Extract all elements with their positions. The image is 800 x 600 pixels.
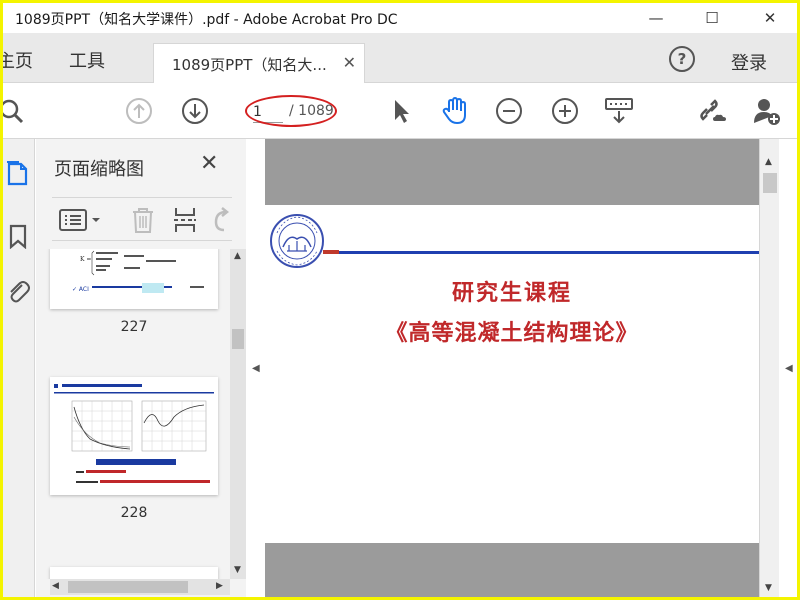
panel-title: 页面缩略图 [54,159,144,180]
thumbnail-hscroll-thumb[interactable] [68,581,188,593]
tab-home[interactable]: 主页 [3,47,33,73]
search-icon [3,99,24,124]
thumbnail-227-preview: K = ✓ ACI [50,249,218,309]
help-button[interactable]: ? [669,46,695,72]
page-break-icon [174,208,196,232]
tab-tools[interactable]: 工具 [69,47,105,73]
title-bar: 1089页PPT（知名大学课件）.pdf - Adobe Acrobat Pro… [3,3,797,33]
close-icon: ✕ [763,9,777,27]
insert-page-button[interactable] [172,206,198,238]
zoom-out-icon [496,98,522,124]
left-nav-strip [3,139,35,597]
doc-tab-label: 1089页PPT（知名大... [172,56,327,74]
bookmark-icon [9,224,27,250]
thumbnail-page-229[interactable] [50,567,218,579]
thumbnail-228-preview [50,377,218,495]
toolbar: / 1089 [3,83,797,139]
svg-text:✓ ACI: ✓ ACI [72,286,89,293]
minimize-button[interactable]: — [633,3,679,33]
pdf-page: 研究生课程 《高等混凝土结构理论》 [265,205,759,543]
pages-icon [7,161,28,186]
zoom-in-button[interactable] [549,95,581,127]
delete-page-button[interactable] [130,206,156,238]
prev-page-button[interactable] [123,95,155,127]
panel-close-button[interactable]: ✕ [200,151,218,176]
next-page-button[interactable] [179,95,211,127]
hand-icon [442,96,466,125]
collapse-left-panel-icon[interactable]: ◀ [252,363,260,374]
scroll-up-arrow-icon[interactable]: ▲ [234,251,241,261]
list-options-icon [59,209,100,231]
rotate-page-button[interactable] [210,206,232,238]
login-button[interactable]: 登录 [731,49,767,75]
scroll-left-arrow-icon[interactable]: ◀ [52,581,59,591]
zoom-out-button[interactable] [493,95,525,127]
thumbnail-number-228: 228 [120,505,148,521]
bookmarks-toggle[interactable] [5,223,31,250]
panel-toolbar [52,197,232,241]
link-cloud-icon [700,99,726,121]
document-view: 研究生课程 《高等混凝土结构理论》 [265,139,759,597]
panel-options-button[interactable] [58,208,104,236]
search-button[interactable] [3,95,29,127]
tab-document[interactable]: 1089页PPT（知名大... ✕ [153,43,365,83]
add-user-icon [754,99,780,125]
rotate-icon [214,207,230,232]
thumbnail-page-227[interactable]: K = ✓ ACI [50,249,218,309]
minimize-icon: — [648,9,664,27]
thumbnail-scroll-thumb[interactable] [232,329,244,349]
close-window-button[interactable]: ✕ [747,3,793,33]
keyboard-down-icon [605,98,633,124]
arrow-down-circle-icon [182,98,208,124]
expand-right-panel-icon[interactable]: ◀ [785,363,793,374]
document-vertical-scrollbar[interactable]: ▲ ▼ [759,139,779,597]
title-rule-blue [339,251,759,254]
paperclip-icon [10,281,30,303]
thumbnail-vertical-scrollbar[interactable]: ▲ ▼ [230,249,246,579]
slide-title-line1: 研究生课程 [451,280,572,306]
scroll-mode-button[interactable] [603,95,635,127]
window-title: 1089页PPT（知名大学课件）.pdf - Adobe Acrobat Pro… [15,12,398,28]
hand-tool-button[interactable] [439,95,471,127]
title-rule-red [323,250,339,254]
scroll-right-arrow-icon[interactable]: ▶ [216,581,223,591]
select-tool-button[interactable] [385,95,417,127]
tab-bar: 主页 工具 1089页PPT（知名大... ✕ ? 登录 [3,33,797,83]
help-icon: ? [677,50,687,68]
doc-scroll-down-arrow-icon[interactable]: ▼ [765,583,772,593]
thumbnail-page-228[interactable] [50,377,218,495]
cursor-arrow-icon [395,100,409,123]
share-link-button[interactable] [697,95,729,127]
page-number-highlight-annotation [245,95,337,127]
scroll-down-arrow-icon[interactable]: ▼ [234,565,241,575]
university-seal-icon [270,214,324,268]
thumbnail-number-227: 227 [120,319,148,335]
doc-tab-close-button[interactable]: ✕ [343,53,356,72]
university-seal [269,213,325,273]
maximize-icon: ☐ [705,9,719,27]
add-user-button[interactable] [751,95,783,127]
doc-scroll-up-arrow-icon[interactable]: ▲ [765,157,772,167]
attachments-toggle[interactable] [5,279,31,305]
acrobat-window: 1089页PPT（知名大学课件）.pdf - Adobe Acrobat Pro… [3,3,797,597]
zoom-in-icon [552,98,578,124]
trash-icon [133,208,153,233]
right-panel-edge: ◀ [781,139,797,597]
arrow-up-circle-icon [126,98,152,124]
thumbnail-list: K = ✓ ACI 227 228 [36,249,236,579]
svg-text:K =: K = [80,256,91,263]
thumbnails-panel: 页面缩略图 ✕ K = ✓ ACI 227 228 ▲ ▼ ◀ ▶ [36,139,246,597]
doc-scroll-thumb[interactable] [763,173,777,193]
thumbnail-horizontal-scrollbar[interactable]: ◀ ▶ [50,579,230,595]
maximize-button[interactable]: ☐ [689,3,735,33]
page-thumbnails-toggle[interactable] [5,161,31,187]
slide-title-line2: 《高等混凝土结构理论》 [385,320,639,346]
